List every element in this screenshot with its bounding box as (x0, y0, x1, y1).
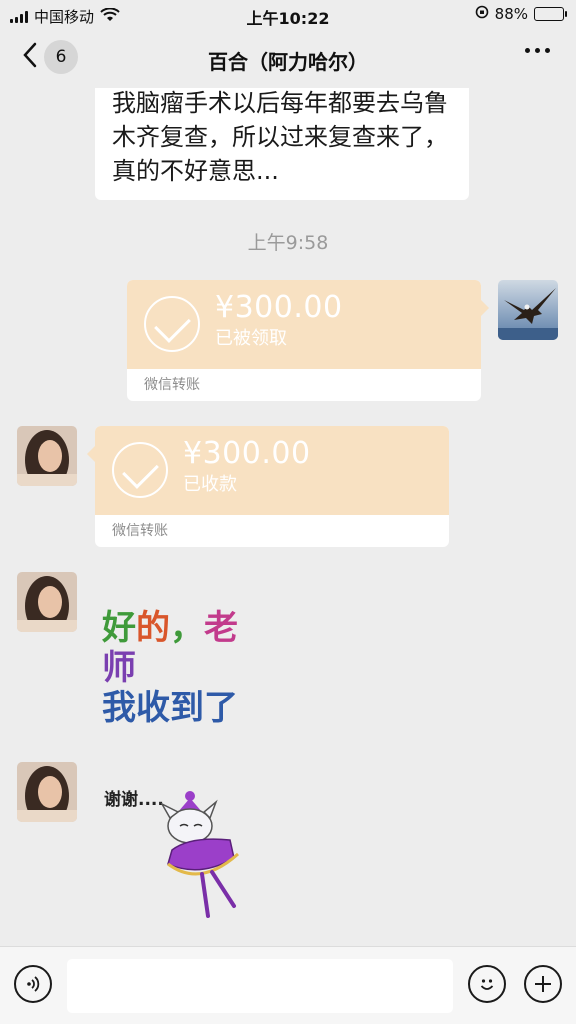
avatar-self[interactable] (498, 280, 558, 340)
status-right: 88% (475, 5, 567, 23)
transfer-status: 已收款 (183, 474, 237, 495)
message-timestamp: 上午9:58 (247, 232, 329, 254)
transfer-label: 微信转账 (112, 523, 168, 539)
cat-ballerina-sticker-icon[interactable] (150, 788, 250, 928)
check-circle-icon (112, 442, 168, 498)
plus-icon[interactable] (524, 965, 562, 1003)
battery-icon (534, 7, 567, 21)
nav-bar: 6 百合（阿力哈尔） (0, 30, 576, 88)
avatar-contact[interactable] (17, 426, 77, 486)
sticker-line-1: 好的，老师 (102, 608, 238, 688)
battery-percent: 88% (494, 5, 528, 23)
avatar-contact[interactable] (17, 762, 77, 822)
eagle-avatar-icon (498, 280, 558, 340)
input-bar (0, 946, 576, 1024)
emoji-icon[interactable] (468, 965, 506, 1003)
more-icon[interactable] (525, 48, 550, 53)
bubble-tail (87, 446, 95, 462)
bubble-tail (481, 300, 489, 316)
transfer-label: 微信转账 (144, 377, 200, 393)
chat-title: 百合（阿力哈尔） (208, 50, 368, 74)
message-input[interactable] (67, 959, 453, 1013)
chat-area[interactable]: 我脑瘤手术以后每年都要去乌鲁木齐复查，所以过来复查来了，真的不好意思... 上午… (0, 88, 576, 946)
status-bar: 中国移动 上午10:22 88% (0, 0, 576, 30)
transfer-card-received[interactable]: ¥300.00 已收款 微信转账 (95, 426, 449, 547)
sticker-line-2: 我收到了 (102, 688, 238, 728)
message-text-bubble[interactable]: 我脑瘤手术以后每年都要去乌鲁木齐复查，所以过来复查来了，真的不好意思... (95, 88, 469, 200)
transfer-amount: ¥300.00 (183, 436, 311, 471)
woman-avatar-icon (17, 762, 77, 822)
woman-avatar-icon (17, 426, 77, 486)
woman-avatar-icon (17, 572, 77, 632)
rotation-lock-icon (475, 5, 489, 23)
transfer-amount: ¥300.00 (215, 290, 343, 325)
check-circle-icon (144, 296, 200, 352)
transfer-card-sent[interactable]: ¥300.00 已被领取 微信转账 (127, 280, 481, 401)
sticker-message[interactable]: 好的，老师 我收到了 (102, 608, 262, 728)
transfer-status: 已被领取 (215, 328, 287, 349)
voice-icon[interactable] (14, 965, 52, 1003)
avatar-contact[interactable] (17, 572, 77, 632)
